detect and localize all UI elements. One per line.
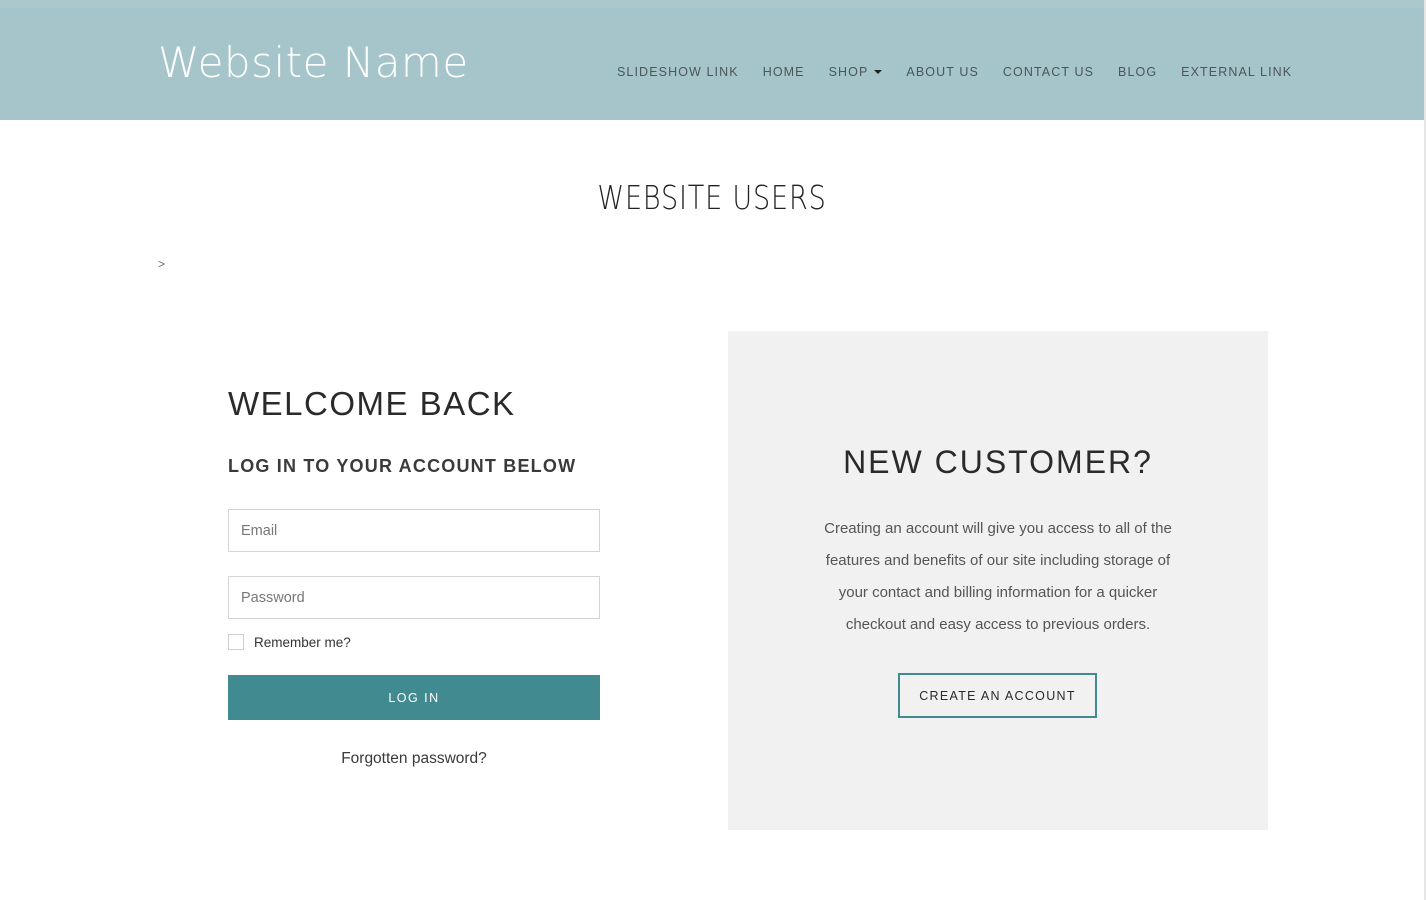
new-customer-panel: NEW CUSTOMER? Creating an account will g… [728,331,1268,830]
nav-label: SLIDESHOW LINK [617,65,739,79]
remember-me-label[interactable]: Remember me? [254,635,351,650]
nav-item-contact-us[interactable]: CONTACT US [1003,56,1094,88]
forgot-password-link[interactable]: Forgotten password? [228,750,600,768]
nav-item-external-link[interactable]: EXTERNAL LINK [1181,56,1292,88]
nav-label: BLOG [1118,65,1158,79]
new-customer-description: Creating an account will give you access… [824,520,1172,633]
login-heading: WELCOME BACK [228,385,516,422]
nav-label: HOME [762,65,805,79]
top-strip [0,0,1424,8]
nav-item-home[interactable]: HOME [763,56,805,88]
site-logo[interactable]: Website Name [158,38,469,87]
caret-down-icon [874,70,883,74]
nav-label: EXTERNAL LINK [1181,65,1293,79]
new-customer-heading: NEW CUSTOMER? [843,444,1153,480]
main-nav: SLIDESHOW LINK HOME SHOP ABOUT US CONTAC… [617,56,1292,88]
breadcrumb: > [158,257,166,271]
page-title: WEBSITE USERS [597,178,827,217]
nav-label: ABOUT US [906,65,979,79]
nav-label: SHOP [828,65,869,79]
nav-item-about-us[interactable]: ABOUT US [906,56,978,88]
nav-label: CONTACT US [1002,65,1095,79]
nav-item-slideshow-link[interactable]: SLIDESHOW LINK [617,56,739,88]
remember-me-checkbox[interactable] [228,634,244,650]
create-account-button[interactable]: CREATE AN ACCOUNT [898,673,1097,718]
login-button[interactable]: LOG IN [228,675,600,720]
email-input[interactable] [228,509,600,552]
site-header: Website Name SLIDESHOW LINK HOME SHOP AB… [0,8,1424,120]
nav-item-shop[interactable]: SHOP [829,56,883,88]
nav-item-blog[interactable]: BLOG [1118,56,1157,88]
remember-me: Remember me? [228,634,351,650]
password-input[interactable] [228,576,600,619]
login-subheading: LOG IN TO YOUR ACCOUNT BELOW [228,456,577,476]
